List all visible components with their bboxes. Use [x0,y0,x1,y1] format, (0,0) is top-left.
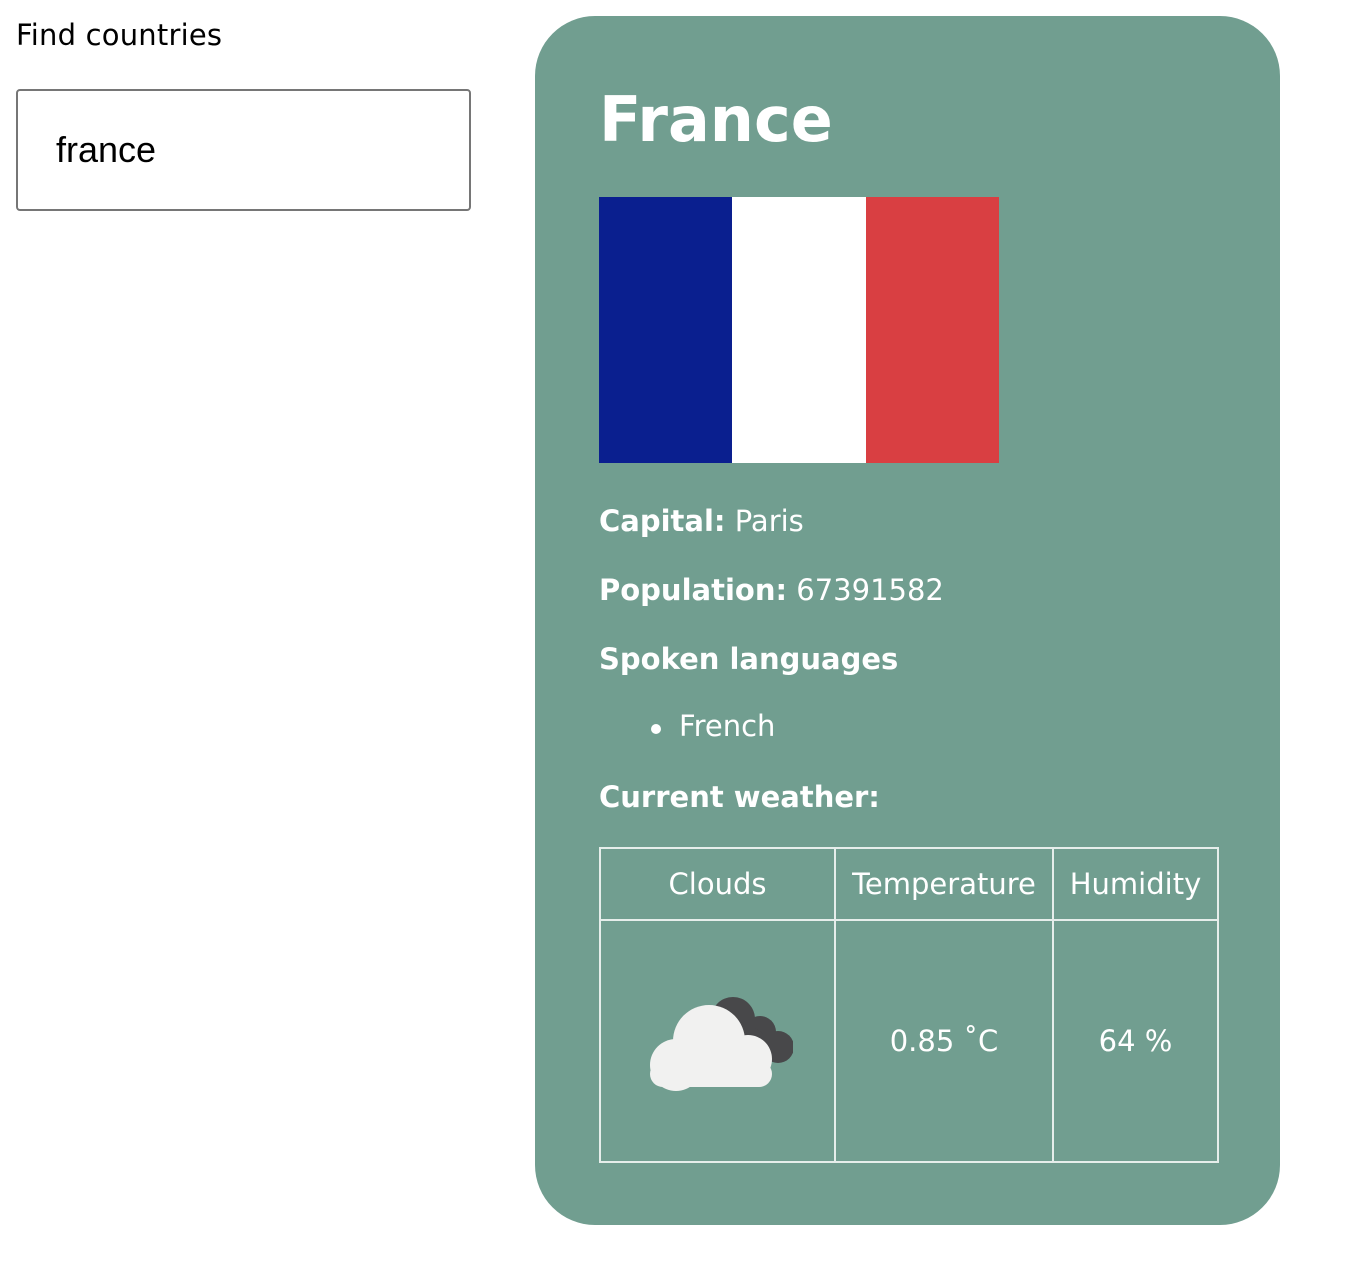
search-label: Find countries [16,18,223,52]
languages-list: French [599,707,775,745]
population-line: Population: 67391582 [599,571,944,609]
flag-stripe-blue [599,197,733,463]
capital-label: Capital: [599,504,726,538]
languages-heading: Spoken languages [599,642,899,676]
population-label: Population: [599,573,788,607]
header-temperature: Temperature [834,847,1054,921]
flag-stripe-white [732,197,866,463]
capital-line: Capital: Paris [599,502,804,540]
search-input[interactable] [16,89,471,211]
header-humidity: Humidity [1052,847,1219,921]
weather-table: Clouds Temperature Humidity 0.85 ˚C 64 % [599,847,1219,1163]
country-flag [599,197,999,463]
capital-value: Paris [734,504,804,538]
clouds-icon [649,997,793,1091]
humidity-value: 64 % [1052,919,1219,1163]
country-card: France Capital: Paris Population: 673915… [535,16,1280,1225]
flag-stripe-red [865,197,999,463]
clouds-cell [599,919,836,1163]
header-clouds: Clouds [599,847,836,921]
country-name: France [599,83,833,156]
temperature-value: 0.85 ˚C [834,919,1054,1163]
language-item: French [599,707,775,745]
bullet-icon [651,724,661,734]
weather-heading: Current weather: [599,780,880,814]
language-label: French [679,709,776,743]
population-value: 67391582 [796,573,944,607]
